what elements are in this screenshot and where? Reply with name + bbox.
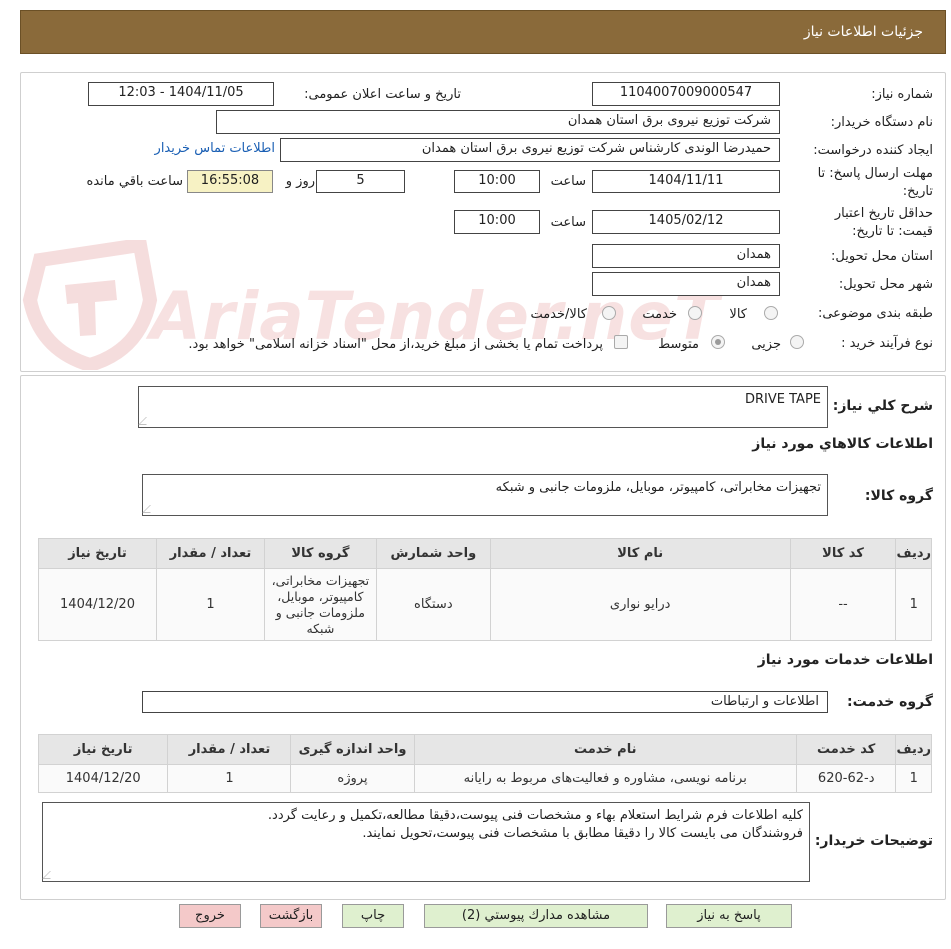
- buyer-notes-field: کلیه اطلاعات فرم شرایط استعلام بهاء و مش…: [42, 802, 810, 882]
- goods-cell-code: --: [789, 568, 897, 641]
- goods-cell-unit: دستگاه: [375, 568, 491, 641]
- goods-col-unit: واحد شمارش: [375, 538, 491, 569]
- process-medium-label: متوسط: [658, 337, 699, 352]
- back-button[interactable]: بازگشت: [260, 904, 322, 928]
- service-group-field: اطلاعات و ارتباطات: [142, 691, 828, 713]
- buyer-org-label: نام دستگاه خریدار:: [830, 115, 933, 130]
- view-attachments-button[interactable]: مشاهده مدارك پیوستي (2): [424, 904, 648, 928]
- services-table: ردیف کد خدمت نام خدمت واحد اندازه گیری ت…: [37, 734, 932, 793]
- category-goods-service-radio[interactable]: [602, 306, 616, 320]
- validity-date-field: 1405/02/12: [592, 210, 780, 234]
- requester-field: حمیدرضا الوندی کارشناس شرکت توزیع نیروی …: [280, 138, 780, 162]
- goods-group-label: گروه کالا:: [864, 488, 933, 504]
- goods-table: ردیف کد کالا نام کالا واحد شمارش گروه کا…: [38, 538, 932, 641]
- services-section-title: اطلاعات خدمات مورد نیاز: [757, 652, 933, 668]
- services-cell-name: برنامه نویسی، مشاوره و فعالیت‌های مربوط …: [413, 764, 797, 793]
- goods-section-title: اطلاعات کالاهاي مورد نیاز: [752, 436, 933, 452]
- category-goods-radio[interactable]: [764, 306, 778, 320]
- services-col-name: نام خدمت: [413, 734, 797, 765]
- category-goods-label: کالا: [729, 307, 747, 322]
- days-label: روز و: [285, 174, 315, 189]
- category-service-radio[interactable]: [688, 306, 702, 320]
- goods-group-field: تجهیزات مخابراتی، کامپیوتر، موبایل، ملزو…: [142, 474, 828, 516]
- buyer-notes-label: توضیحات خریدار:: [814, 833, 933, 849]
- buyer-contact-link[interactable]: اطلاعات تماس خریدار: [155, 141, 275, 156]
- price-validity-label-date: قیمت: تا تاریخ:: [852, 224, 933, 239]
- services-col-qty: تعداد / مقدار: [167, 734, 292, 765]
- announce-datetime-label: تاریخ و ساعت اعلان عمومی:: [304, 87, 461, 102]
- services-col-unit: واحد اندازه گیری: [290, 734, 415, 765]
- exit-button[interactable]: خروج: [179, 904, 241, 928]
- goods-cell-date: 1404/12/20: [38, 568, 157, 641]
- summary-value: DRIVE TAPE: [745, 392, 821, 407]
- services-col-code: کد خدمت: [795, 734, 897, 765]
- resize-grip-icon[interactable]: [42, 871, 58, 879]
- delivery-province-field: همدان: [592, 244, 780, 268]
- services-col-date: تاریخ نیاز: [37, 734, 169, 765]
- services-col-row: ردیف: [895, 734, 932, 765]
- services-cell-row: 1: [895, 764, 932, 793]
- delivery-city-label: شهر محل تحویل:: [838, 277, 933, 292]
- category-service-label: خدمت: [642, 307, 677, 322]
- deadline-time-field: 10:00: [454, 170, 540, 193]
- deadline-date-field: 1404/11/11: [592, 170, 780, 193]
- page-header: جزئیات اطلاعات نیاز: [20, 10, 946, 54]
- need-number-field: 1104007009000547: [592, 82, 780, 106]
- remaining-time-field: 16:55:08: [187, 170, 273, 193]
- goods-group-value: تجهیزات مخابراتی، کامپیوتر، موبایل، ملزو…: [495, 480, 821, 495]
- days-remaining-field: 5: [316, 170, 405, 193]
- table-row: 1 -- درایو نواری دستگاه تجهیزات مخابراتی…: [38, 568, 932, 641]
- process-minor-radio[interactable]: [790, 335, 804, 349]
- services-cell-date: 1404/12/20: [37, 764, 169, 793]
- need-number-label: شماره نیاز:: [871, 87, 933, 102]
- price-validity-label: حداقل تاریخ اعتبار: [834, 206, 933, 221]
- goods-col-group: گروه کالا: [263, 538, 377, 569]
- services-cell-code: د-62-620: [795, 764, 897, 793]
- summary-label: شرح کلي نیاز:: [832, 398, 933, 414]
- goods-cell-group: تجهیزات مخابراتی، کامپیوتر، موبایل، ملزو…: [263, 568, 377, 641]
- deadline-hour-label: ساعت: [550, 174, 586, 189]
- treasury-bonds-note: پرداخت تمام یا بخشی از مبلغ خرید،از محل …: [188, 337, 603, 352]
- print-button[interactable]: چاپ: [342, 904, 404, 928]
- goods-col-name: نام کالا: [489, 538, 791, 569]
- validity-hour-label: ساعت: [550, 215, 586, 230]
- requester-label: ایجاد کننده درخواست:: [813, 143, 933, 158]
- treasury-bonds-checkbox[interactable]: [614, 335, 628, 349]
- deadline-label: مهلت ارسال پاسخ: تا: [817, 166, 933, 181]
- process-medium-radio[interactable]: [711, 335, 725, 349]
- service-group-label: گروه خدمت:: [847, 694, 933, 710]
- goods-col-date: تاریخ نیاز: [38, 538, 157, 569]
- goods-cell-name: درایو نواری: [489, 568, 791, 641]
- summary-field: DRIVE TAPE: [138, 386, 828, 428]
- resize-grip-icon[interactable]: [142, 505, 158, 513]
- goods-table-header: ردیف کد کالا نام کالا واحد شمارش گروه کا…: [38, 538, 932, 569]
- deadline-label-date: تاریخ:: [902, 184, 933, 199]
- services-cell-unit: پروژه: [290, 764, 415, 793]
- page-title: جزئیات اطلاعات نیاز: [803, 24, 923, 40]
- subject-category-label: طبقه بندی موضوعی:: [817, 306, 933, 321]
- delivery-province-label: استان محل تحویل:: [831, 249, 933, 264]
- validity-time-field: 10:00: [454, 210, 540, 234]
- category-goods-service-label: کالا/خدمت: [530, 307, 587, 322]
- buyer-org-field: شرکت توزیع نیروی برق استان همدان: [216, 110, 780, 134]
- goods-cell-row: 1: [895, 568, 932, 641]
- purchase-process-label: نوع فرآیند خرید :: [841, 336, 933, 351]
- resize-grip-icon[interactable]: [138, 417, 154, 425]
- buyer-notes-line-1: کلیه اطلاعات فرم شرایط استعلام بهاء و مش…: [267, 808, 803, 823]
- services-table-header: ردیف کد خدمت نام خدمت واحد اندازه گیری ت…: [37, 734, 932, 765]
- delivery-city-field: همدان: [592, 272, 780, 296]
- goods-cell-qty: 1: [156, 568, 265, 641]
- announce-datetime-field: 1404/11/05 - 12:03: [88, 82, 274, 106]
- process-minor-label: جزیی: [751, 337, 781, 352]
- goods-col-row: ردیف: [895, 538, 932, 569]
- buyer-notes-line-2: فروشندگان می بایست کالا را دقیقا مطابق ب…: [362, 826, 803, 841]
- reply-to-need-button[interactable]: پاسخ به نیاز: [666, 904, 792, 928]
- services-cell-qty: 1: [167, 764, 292, 793]
- remaining-time-label: ساعت باقي مانده: [86, 174, 183, 189]
- table-row: 1 د-62-620 برنامه نویسی، مشاوره و فعالیت…: [37, 764, 932, 793]
- goods-col-qty: تعداد / مقدار: [156, 538, 265, 569]
- goods-col-code: کد کالا: [789, 538, 897, 569]
